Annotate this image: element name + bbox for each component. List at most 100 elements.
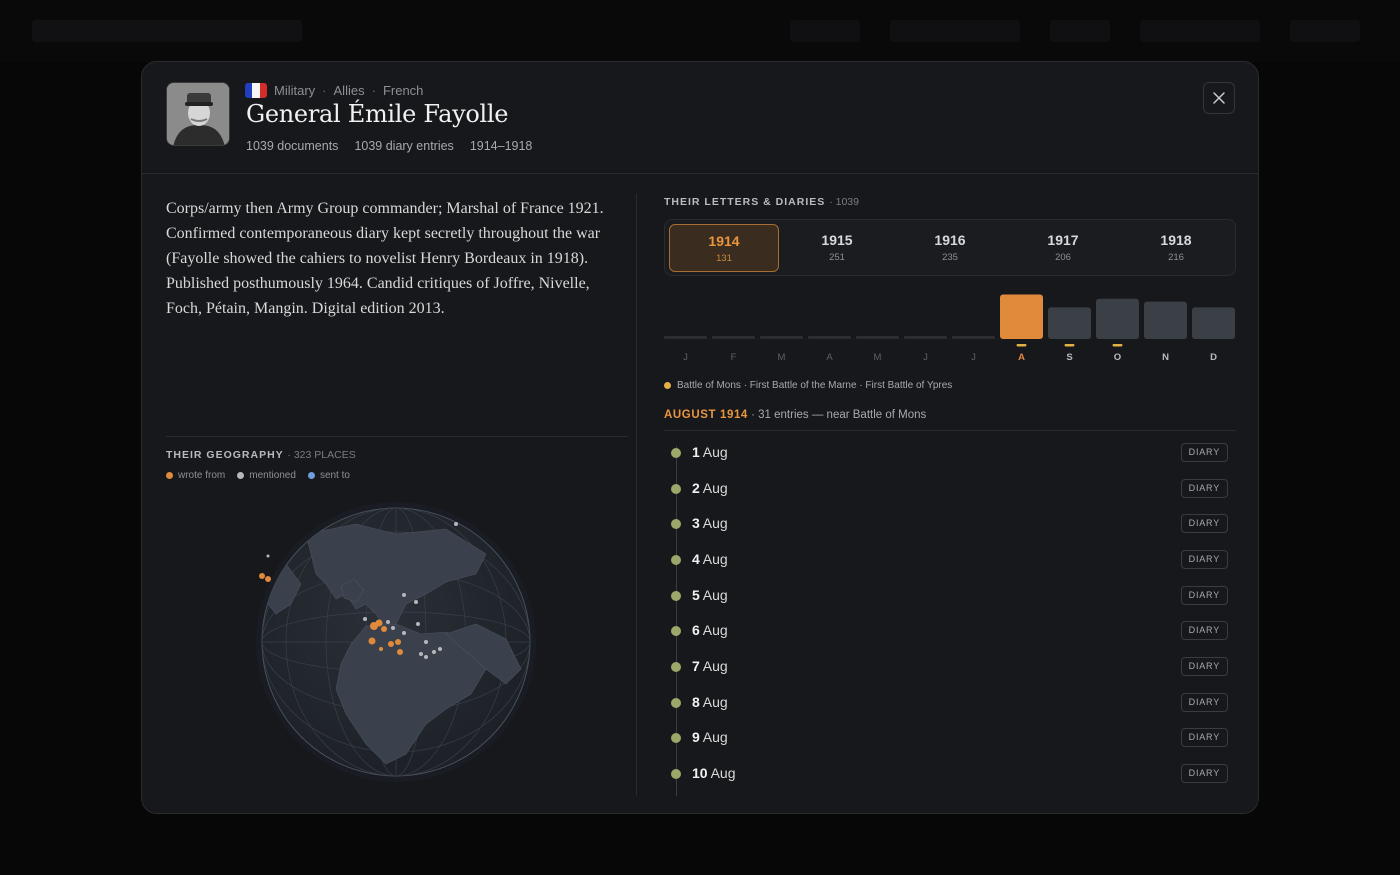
diary-tag[interactable]: DIARY [1180, 657, 1228, 676]
close-button[interactable] [1203, 82, 1235, 114]
entry-day: 1 Aug [692, 444, 728, 460]
year-tab-1917[interactable]: 1917 206 [1008, 224, 1118, 272]
entry-month: Aug [702, 515, 728, 531]
separator-dot: · [322, 82, 327, 98]
diary-count: 1039 diary entries [354, 139, 454, 153]
diary-entry-row[interactable]: 4 Aug DIARY [664, 548, 1236, 572]
diary-entry-row[interactable]: 10 Aug DIARY [664, 762, 1236, 786]
legend-item-wrote-from: wrote from [166, 470, 225, 481]
map-marker [388, 641, 394, 647]
month-label: J [683, 352, 688, 363]
entry-day: 7 Aug [692, 658, 728, 674]
entry-day: 4 Aug [692, 551, 728, 567]
entry-day: 6 Aug [692, 622, 728, 638]
map-marker [424, 655, 428, 659]
diary-tag[interactable]: DIARY [1180, 728, 1228, 747]
diary-tag[interactable]: DIARY [1180, 443, 1228, 462]
month-heading-label: AUGUST 1914 [664, 409, 748, 421]
timeline-point [671, 519, 681, 529]
diary-entry-row[interactable]: 5 Aug DIARY [664, 584, 1236, 608]
legend-swatch [237, 472, 245, 479]
diary-entry-row[interactable]: 1 Aug DIARY [664, 441, 1236, 465]
month-bar[interactable] [1048, 307, 1091, 339]
person-stats: 1039 documents 1039 diary entries 1914–1… [246, 139, 532, 153]
flag-stripe [259, 82, 267, 98]
letters-count: · 1039 [829, 196, 859, 208]
month-bar[interactable] [1096, 298, 1139, 339]
geography-globe[interactable] [246, 494, 546, 794]
entry-day-number: 10 [692, 765, 708, 781]
month-bar[interactable] [1192, 307, 1235, 339]
year-tab-1914[interactable]: 1914 131 [669, 224, 779, 272]
diary-entry-row[interactable]: 9 Aug DIARY [664, 726, 1236, 750]
biography-text: Corps/army then Army Group commander; Ma… [166, 200, 604, 317]
diary-tag[interactable]: DIARY [1180, 621, 1228, 640]
entry-month: Aug [702, 587, 728, 603]
month-bar[interactable] [664, 336, 707, 339]
map-marker [438, 647, 442, 651]
map-marker [391, 626, 395, 630]
year-tab-1918[interactable]: 1918 216 [1121, 224, 1231, 272]
nationality-label: French [382, 82, 424, 98]
background-nav-item [790, 20, 860, 42]
events-text: Battle of Mons · First Battle of the Mar… [677, 380, 953, 391]
year-label: 1914 [708, 233, 740, 249]
diary-tag[interactable]: DIARY [1180, 550, 1228, 569]
month-bar[interactable] [712, 336, 755, 339]
entry-month: Aug [702, 658, 728, 674]
diary-entry-row[interactable]: 6 Aug DIARY [664, 619, 1236, 643]
legend-item-sent-to: sent to [307, 470, 350, 481]
event-marker [1112, 344, 1123, 347]
month-bar[interactable] [856, 336, 899, 339]
diary-tag[interactable]: DIARY [1180, 586, 1228, 605]
year-label: 1917 [1047, 232, 1079, 248]
diary-tag[interactable]: DIARY [1180, 693, 1228, 712]
month-bar[interactable] [1144, 301, 1187, 339]
entry-day: 9 Aug [692, 729, 728, 745]
geography-divider [166, 436, 628, 437]
month-label: A [826, 352, 833, 363]
year-count: 235 [942, 252, 958, 263]
letters-title-text: THEIR LETTERS & DIARIES [664, 196, 826, 208]
alliance-label: Allies [333, 82, 365, 98]
map-marker [416, 622, 420, 626]
year-tab-1915[interactable]: 1915 251 [782, 224, 892, 272]
flag-stripe [245, 82, 253, 98]
month-bar[interactable] [760, 336, 803, 339]
diary-entry-row[interactable]: 3 Aug DIARY [664, 512, 1236, 536]
map-marker [402, 631, 406, 635]
diary-tag[interactable]: DIARY [1180, 764, 1228, 783]
diary-entry-row[interactable]: 2 Aug DIARY [664, 477, 1236, 501]
month-bar[interactable] [1000, 294, 1043, 339]
entry-day: 8 Aug [692, 694, 728, 710]
map-marker [419, 652, 423, 656]
map-marker [402, 593, 406, 597]
background-nav-item [1050, 20, 1110, 42]
geography-legend: wrote from mentioned sent to [166, 470, 350, 481]
map-marker [259, 573, 265, 579]
entry-month: Aug [702, 622, 728, 638]
month-bar[interactable] [808, 336, 851, 339]
year-tab-1916[interactable]: 1916 235 [895, 224, 1005, 272]
event-dot [664, 382, 671, 389]
month-heading-detail: · 31 entries — near Battle of Mons [747, 409, 927, 421]
events-line: Battle of Mons · First Battle of the Mar… [664, 380, 952, 391]
entry-day-number: 5 [692, 587, 700, 603]
map-marker [381, 626, 387, 632]
month-bar[interactable] [904, 336, 947, 339]
year-label: 1918 [1160, 232, 1192, 248]
entry-month: Aug [702, 444, 728, 460]
column-divider [636, 194, 637, 796]
diary-entry-row[interactable]: 8 Aug DIARY [664, 691, 1236, 715]
diary-tag[interactable]: DIARY [1180, 514, 1228, 533]
month-bar[interactable] [952, 336, 995, 339]
flag-icon [245, 82, 267, 98]
entry-month: Aug [702, 694, 728, 710]
documents-count: 1039 documents [246, 139, 339, 153]
geography-count: · 323 PLACES [287, 449, 356, 461]
map-marker [386, 620, 390, 624]
month-label: D [1210, 352, 1217, 363]
diary-tag[interactable]: DIARY [1180, 479, 1228, 498]
diary-entry-row[interactable]: 7 Aug DIARY [664, 655, 1236, 679]
year-label: 1915 [821, 232, 853, 248]
